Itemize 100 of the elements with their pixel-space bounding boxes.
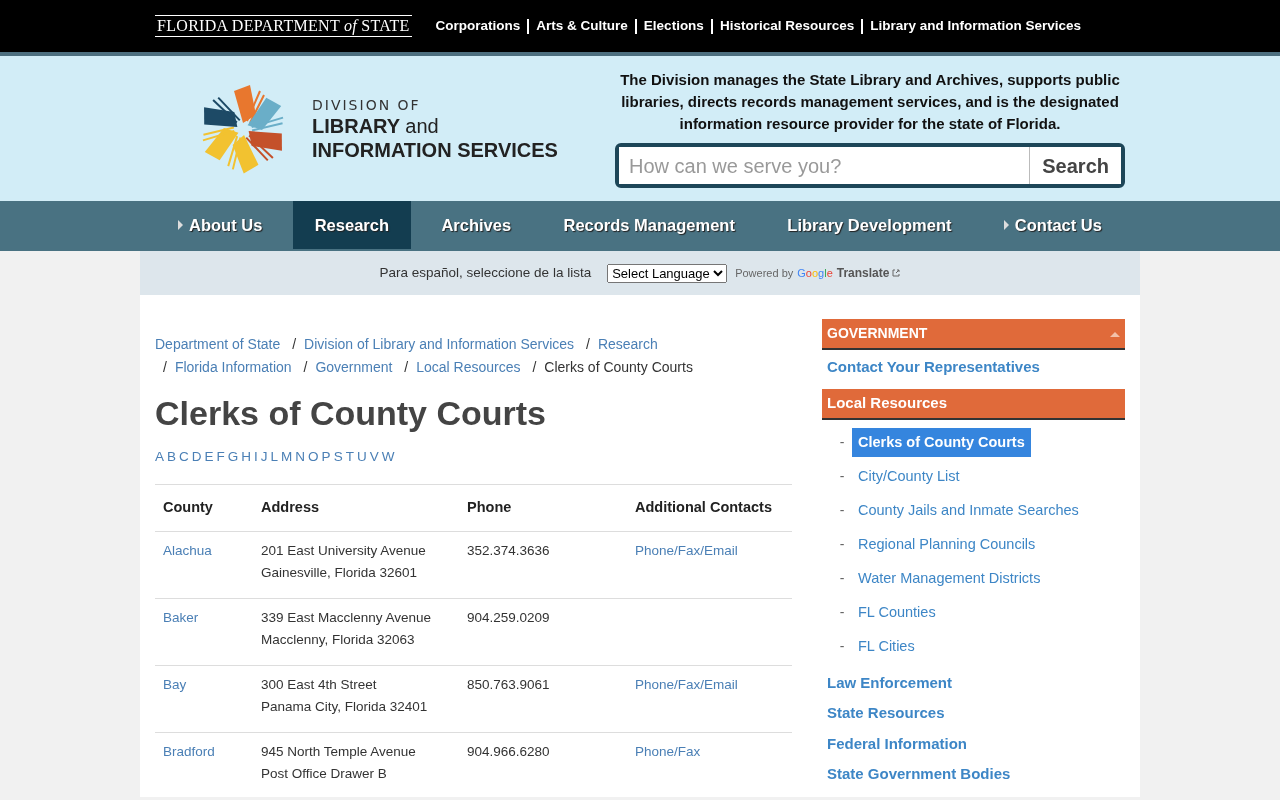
letter-link[interactable]: L [270,448,279,464]
language-label: Para español, seleccione de la lista [379,263,592,282]
sidebar-link[interactable]: State Resources [822,700,950,727]
sidebar-subitem[interactable]: Clerks of County Courts [852,427,1031,458]
top-link[interactable]: Historical Resources [719,15,855,37]
phone-text: 352.374.3636 [467,542,550,558]
letter-link[interactable]: F [216,448,225,464]
powered-by-text: Powered by [735,265,794,281]
address-line: Post Office Drawer B [261,764,388,783]
letter-link[interactable]: H [241,448,252,464]
letter-link[interactable]: A [155,448,164,464]
address-line: 945 North Temple Avenue [261,742,417,761]
list-dash: - [838,569,846,588]
address-line: Panama City, Florida 32401 [261,697,429,716]
breadcrumb-separator: / [532,359,537,375]
breadcrumb-separator: / [404,359,409,375]
logo-text: DIVISION OF [312,95,422,114]
letter-link[interactable]: C [179,448,189,464]
address-line: 201 East University Avenue [261,541,427,560]
sidebar-subitem[interactable]: Regional Planning Councils [852,529,1042,560]
sidebar-subitem[interactable]: FL Counties [852,597,942,628]
letter-link[interactable]: P [321,448,331,464]
list-dash: - [838,637,846,656]
breadcrumb-link[interactable]: Government [315,359,393,375]
breadcrumb-separator: / [292,336,297,352]
letter-link[interactable]: U [356,448,367,464]
google-logo: Google [797,265,833,281]
top-link[interactable]: Corporations [435,15,521,37]
contacts-link[interactable]: Phone/Fax/Email [635,676,738,692]
breadcrumb-separator: / [586,336,590,352]
sidebar-header[interactable]: GOVERNMENT [822,319,1125,350]
address-line: Gainesville, Florida 32601 [261,563,419,582]
list-dash: - [838,467,846,486]
breadcrumb-separator: / [303,359,308,375]
list-dash: - [838,501,846,520]
letter-link[interactable]: G [227,448,239,464]
column-header: County [155,484,253,532]
top-link[interactable]: Elections [643,15,704,37]
nav-item[interactable]: About Us [156,201,285,249]
sidebar-link[interactable]: State Government Bodies [822,761,1016,788]
breadcrumb-link[interactable]: Department of State [155,336,281,352]
search-field[interactable]: How can we serve you? Search [615,143,1125,188]
letter-link[interactable]: T [345,448,354,464]
sidebar-subitem[interactable]: City/County List [852,461,966,492]
top-link[interactable]: Arts & Culture [536,15,628,37]
language-select[interactable]: Select Language [607,263,728,283]
sidebar-subitem[interactable]: County Jails and Inmate Searches [852,495,1085,526]
breadcrumb-separator: / [163,359,167,375]
breadcrumb-current: Clerks of County Courts [544,359,693,375]
letter-link[interactable]: S [333,448,343,464]
letter-link[interactable]: J [260,448,268,464]
address-line: Macclenny, Florida 32063 [261,630,416,649]
mission-text: The Division manages the State Library and Archives, supports public libraries, directs records management services, and is the designated information resource provider for the state of Florida. [619,70,1121,134]
nav-item[interactable]: Research [292,201,411,249]
breadcrumb-link[interactable]: Local Resources [416,359,521,375]
letter-link[interactable]: B [167,448,177,464]
letter-link[interactable]: D [191,448,202,464]
column-header: Phone [459,484,627,532]
county-link[interactable]: Baker [163,609,199,625]
letter-link[interactable]: V [369,448,379,464]
search-button[interactable]: Search [1029,147,1121,184]
letter-link[interactable]: E [204,448,214,464]
top-link[interactable]: Library and Information Services [870,15,1081,37]
letter-link[interactable]: N [295,448,306,464]
letter-link[interactable]: M [281,448,293,464]
contacts-link[interactable]: Phone/Fax/Email [635,542,738,558]
translate-link[interactable]: Translate [836,264,890,282]
phone-text: 904.259.0209 [467,609,550,625]
sidebar-section[interactable]: Local Resources [822,388,1125,420]
column-header: Address [253,484,459,532]
sidebar-subitem[interactable]: FL Cities [852,631,921,662]
sidebar-link[interactable]: Law Enforcement [822,669,958,696]
sidebar-link[interactable]: Federal Information [822,730,973,757]
nav-item[interactable]: Records Management [541,201,757,249]
county-link[interactable]: Bay [163,676,187,692]
county-link[interactable]: Alachua [163,542,212,558]
contacts-link[interactable]: Phone/Fax [635,743,701,759]
phone-text: 904.966.6280 [467,743,550,759]
letter-link[interactable]: W [381,448,395,464]
nav-item[interactable]: Library Development [765,201,974,249]
nav-item[interactable]: Contact Us [981,201,1124,249]
phone-text: 850.763.9061 [467,676,550,692]
page-title: Clerks of County Courts [155,393,548,434]
breadcrumb-link[interactable]: Division of Library and Information Services [304,336,575,352]
logo-text: INFORMATION SERVICES [312,137,558,162]
county-link[interactable]: Bradford [163,743,215,759]
nav-item[interactable]: Archives [419,201,534,249]
address-line: 339 East Macclenny Avenue [261,608,433,627]
address-line: 300 East 4th Street [261,675,378,694]
sidebar-link[interactable]: Contact Your Representatives [822,354,1045,381]
breadcrumb-link[interactable]: Florida Information [174,359,292,375]
agency-logo[interactable]: FLORIDA DEPARTMENT of STATE [155,15,412,37]
sidebar-subitem[interactable]: Water Management Districts [852,563,1047,594]
letter-link[interactable]: I [254,448,258,464]
list-dash: - [838,603,846,622]
column-header: Additional Contacts [627,484,792,532]
letter-link[interactable]: O [308,448,319,464]
list-dash: - [838,433,846,452]
logo-text: LIBRARY and [312,113,440,138]
breadcrumb-link[interactable]: Research [597,336,658,352]
